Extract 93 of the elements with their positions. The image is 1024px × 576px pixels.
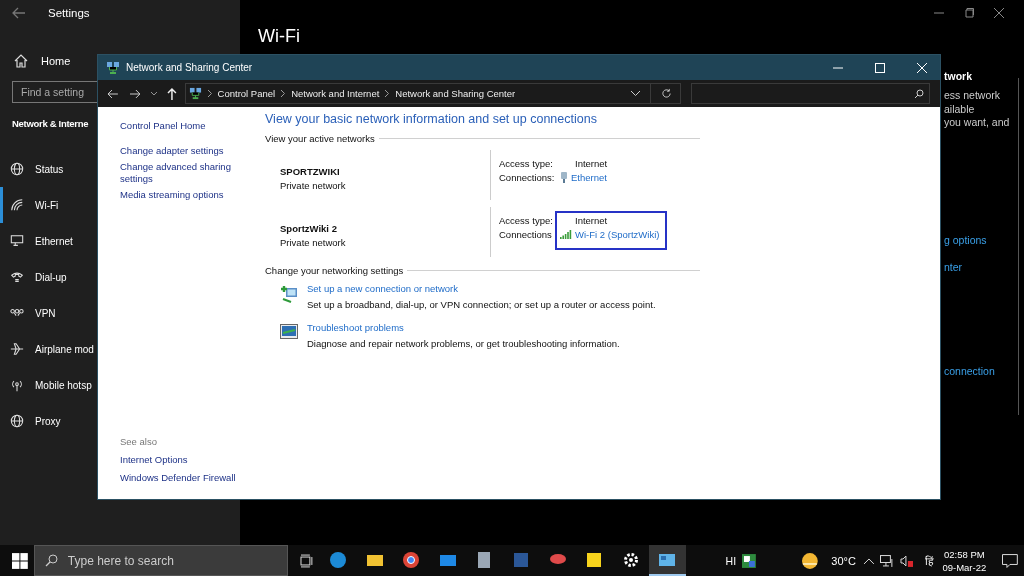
settings-link[interactable]: connection — [944, 364, 995, 377]
chevron-icon — [281, 90, 286, 97]
breadcrumb-item[interactable]: Control Panel — [217, 88, 276, 99]
sidebar-link[interactable]: Media streaming options — [120, 189, 253, 201]
ethernet-adapter-link[interactable]: Ethernet — [571, 172, 607, 183]
address-bar[interactable]: Control Panel Network and Internet Network and Sharing Center — [184, 83, 682, 104]
globe-icon — [10, 162, 24, 176]
network-type[interactable]: Private network — [280, 180, 490, 191]
group-label: Change your networking settings — [265, 265, 404, 276]
page-title: Wi-Fi — [258, 25, 301, 47]
nav-item[interactable]: Mobile hotsp — [0, 367, 92, 403]
nav-item[interactable]: Airplane mod — [0, 331, 94, 367]
settings-link[interactable]: g options — [944, 233, 987, 246]
task-description: Set up a broadband, dial-up, or VPN connection; or set up a router or access point. — [307, 299, 656, 310]
field-value: Internet — [575, 215, 609, 226]
window-title: Network and Sharing Center — [126, 62, 253, 73]
clock[interactable]: 02:58 PM 09-Mar-22 — [942, 547, 987, 574]
description-text: you want, and — [944, 116, 1010, 130]
nav-item[interactable]: VPN — [0, 295, 56, 331]
wifi-icon — [10, 198, 24, 212]
back-icon[interactable] — [107, 88, 119, 99]
weather-sun-icon[interactable] — [799, 551, 820, 570]
section-title: Network & Interne — [11, 117, 89, 131]
windows-logo-icon[interactable] — [12, 552, 28, 569]
task-link[interactable]: Set up a new connection or network — [307, 283, 656, 294]
breadcrumb-item[interactable]: Network and Internet — [291, 88, 380, 99]
field-label: Connections — [499, 229, 553, 240]
notification-icon[interactable] — [1002, 553, 1019, 568]
chevron-icon — [385, 90, 390, 97]
field-label: Connections: — [499, 172, 555, 183]
caret-icon[interactable] — [631, 90, 641, 97]
globe-icon — [10, 414, 24, 428]
temperature-text[interactable]: 30°C — [831, 554, 856, 567]
see-also-label: See also — [120, 436, 158, 447]
page-heading: View your basic network information and set up connections — [265, 112, 598, 126]
field-label: Access type: — [499, 215, 554, 226]
restore-icon[interactable] — [964, 8, 974, 18]
muted-speaker-icon[interactable] — [899, 554, 914, 567]
network-monitor-icon[interactable] — [879, 554, 894, 567]
back-arrow-icon[interactable] — [12, 7, 26, 19]
section-heading: twork — [944, 70, 972, 82]
close-icon[interactable] — [994, 8, 1004, 18]
search-field[interactable] — [691, 83, 930, 104]
up-arrow-icon[interactable] — [166, 87, 177, 100]
input-indicator[interactable]: HI — [725, 554, 737, 567]
hotspot-icon — [10, 378, 24, 392]
search-icon — [914, 88, 924, 99]
sidebar-link[interactable]: Internet Options — [120, 454, 253, 466]
field-value: Internet — [575, 158, 608, 169]
task-description: Diagnose and repair network problems, or get troubleshooting information. — [307, 338, 620, 349]
sidebar-link[interactable]: Change advanced sharing settings — [120, 161, 253, 184]
description-text: ess network — [944, 89, 1001, 103]
caret-icon[interactable] — [150, 91, 157, 96]
sidebar-link[interactable]: Control Panel Home — [120, 120, 253, 132]
breadcrumb-item[interactable]: Network and Sharing Center — [395, 88, 516, 99]
chevron-icon — [207, 90, 212, 97]
network-name: SPORTZWIKI — [280, 166, 341, 177]
window-title: Settings — [48, 7, 90, 19]
network-type[interactable]: Private network — [280, 237, 490, 248]
network-name: SportzWiki 2 — [280, 223, 338, 234]
field-label: Access type: — [499, 158, 554, 169]
forward-icon[interactable] — [128, 88, 141, 99]
maximize-icon[interactable] — [875, 62, 885, 73]
network-icon — [188, 87, 202, 100]
search-icon — [44, 554, 58, 567]
network-icon — [106, 60, 120, 75]
group-label: View your active networks — [265, 133, 375, 144]
chevron-up-icon[interactable] — [863, 557, 874, 564]
ethernet-plug-icon — [560, 172, 568, 183]
signal-bars-icon — [560, 230, 572, 239]
plane-icon — [10, 342, 24, 356]
nav-item[interactable]: Ethernet — [0, 223, 73, 259]
nav-item[interactable]: Wi-Fi — [0, 187, 59, 223]
search-field[interactable]: Find a setting — [12, 81, 98, 103]
home-link[interactable]: Home — [0, 53, 84, 69]
nav-item[interactable]: Status — [0, 151, 64, 187]
description-text: ailable — [944, 102, 975, 116]
wifi-adapter-link[interactable]: Wi-Fi 2 (SportzWiki) — [575, 229, 660, 240]
language-indicator[interactable]: हिं — [925, 553, 935, 568]
nav-item[interactable]: Proxy — [0, 403, 61, 439]
settings-link[interactable]: nter — [944, 260, 963, 273]
new-connection-icon — [280, 285, 298, 303]
monitor-icon — [10, 234, 24, 248]
refresh-icon[interactable] — [661, 88, 673, 99]
task-link[interactable]: Troubleshoot problems — [307, 322, 620, 333]
task-view-icon[interactable] — [300, 553, 314, 568]
monitor-icon — [280, 324, 298, 340]
input-tool-icon[interactable] — [742, 553, 756, 568]
search-field[interactable]: Type here to search — [33, 545, 288, 576]
sidebar-link[interactable]: Windows Defender Firewall — [120, 471, 253, 483]
home-icon — [13, 53, 29, 69]
nav-item[interactable]: Dial-up — [0, 259, 67, 295]
sidebar-link[interactable]: Change adapter settings — [120, 144, 253, 156]
